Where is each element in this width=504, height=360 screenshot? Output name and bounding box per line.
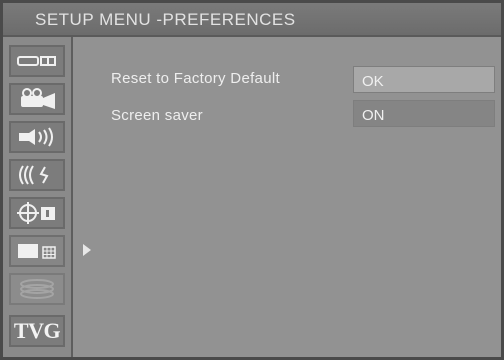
sidebar-item-general[interactable]	[9, 45, 65, 77]
tvg-label: TVG	[13, 318, 61, 343]
general-setup-icon	[15, 52, 59, 70]
title-bar: SETUP MENU -PREFERENCES	[3, 3, 501, 37]
sidebar-item-audio[interactable]	[9, 159, 65, 191]
reset-factory-default-label: Reset to Factory Default	[111, 70, 280, 87]
audio-setup-icon	[15, 164, 59, 186]
sidebar-item-language[interactable]	[9, 197, 65, 229]
preferences-icon	[15, 241, 59, 261]
sidebar-item-disc[interactable]	[9, 273, 65, 305]
screen-saver-value[interactable]: ON	[353, 100, 495, 127]
sidebar: TVG	[3, 37, 73, 357]
speaker-setup-icon	[15, 127, 59, 147]
video-setup-icon	[15, 87, 59, 111]
sidebar-item-video[interactable]	[9, 83, 65, 115]
sidebar-item-speaker[interactable]	[9, 121, 65, 153]
screen-saver-label: Screen saver	[111, 107, 203, 124]
disc-icon	[15, 277, 59, 301]
reset-factory-default-value[interactable]: OK	[353, 66, 495, 93]
sidebar-item-tvg[interactable]: TVG	[9, 315, 65, 347]
language-setup-icon	[15, 201, 59, 225]
sidebar-item-preferences[interactable]	[9, 235, 65, 267]
selected-arrow-icon	[83, 244, 91, 256]
page-title: SETUP MENU -PREFERENCES	[35, 10, 296, 29]
setup-menu-window: SETUP MENU -PREFERENCES TVG Reset to Fac…	[0, 0, 504, 360]
